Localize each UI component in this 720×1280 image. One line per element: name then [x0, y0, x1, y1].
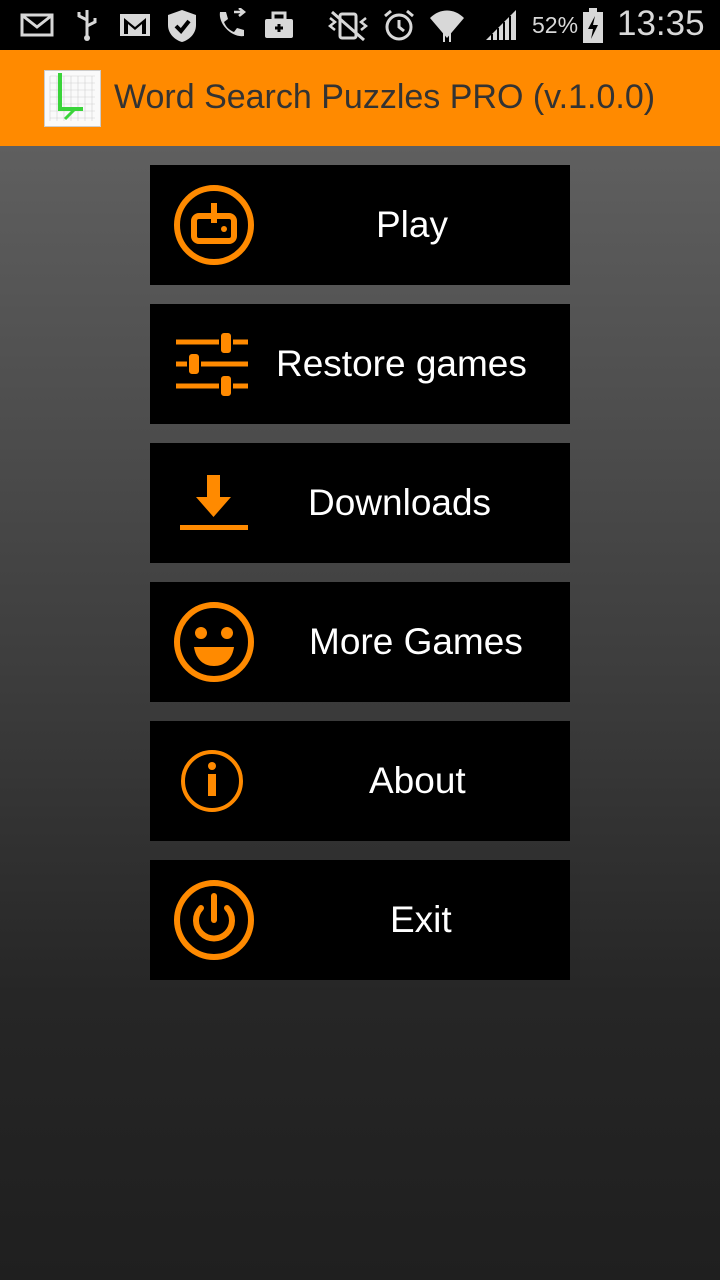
play-label: Play [376, 204, 448, 245]
usb-icon [72, 8, 102, 42]
sliders-icon [172, 322, 256, 406]
main-menu: Play Restore games Downloads More Games … [0, 146, 720, 1280]
wifi-icon [428, 8, 466, 42]
power-icon [172, 878, 256, 962]
downloads-label: Downloads [308, 482, 492, 523]
play-button[interactable]: Play [150, 165, 570, 285]
about-button[interactable]: About [150, 721, 570, 841]
exit-button[interactable]: Exit [150, 860, 570, 980]
download-icon [172, 461, 256, 545]
phone-icon [214, 8, 248, 42]
app-logo-icon[interactable] [44, 70, 101, 127]
status-bar: 52% 13:35 [0, 0, 720, 50]
mute-vibrate-icon [326, 8, 370, 42]
smiley-icon [172, 600, 256, 684]
about-label: About [369, 760, 466, 801]
briefcase-icon [262, 8, 296, 42]
exit-label: Exit [390, 899, 452, 940]
more-games-button[interactable]: More Games [150, 582, 570, 702]
more-games-label: More Games [309, 621, 523, 662]
signal-icon [482, 8, 518, 42]
gmail-icon [118, 8, 152, 42]
mail-icon [20, 8, 54, 42]
shield-icon [164, 8, 200, 42]
restore-games-label: Restore games [276, 343, 527, 384]
clock: 13:35 [617, 4, 705, 43]
app-title: Word Search Puzzles PRO (v.1.0.0) [114, 78, 656, 116]
battery-icon [582, 8, 604, 43]
downloads-button[interactable]: Downloads [150, 443, 570, 563]
joystick-icon [172, 183, 256, 267]
battery-percent: 52% [532, 12, 579, 38]
info-icon [172, 739, 256, 823]
restore-games-button[interactable]: Restore games [150, 304, 570, 424]
action-bar: Word Search Puzzles PRO (v.1.0.0) [0, 50, 720, 146]
alarm-icon [382, 8, 416, 42]
